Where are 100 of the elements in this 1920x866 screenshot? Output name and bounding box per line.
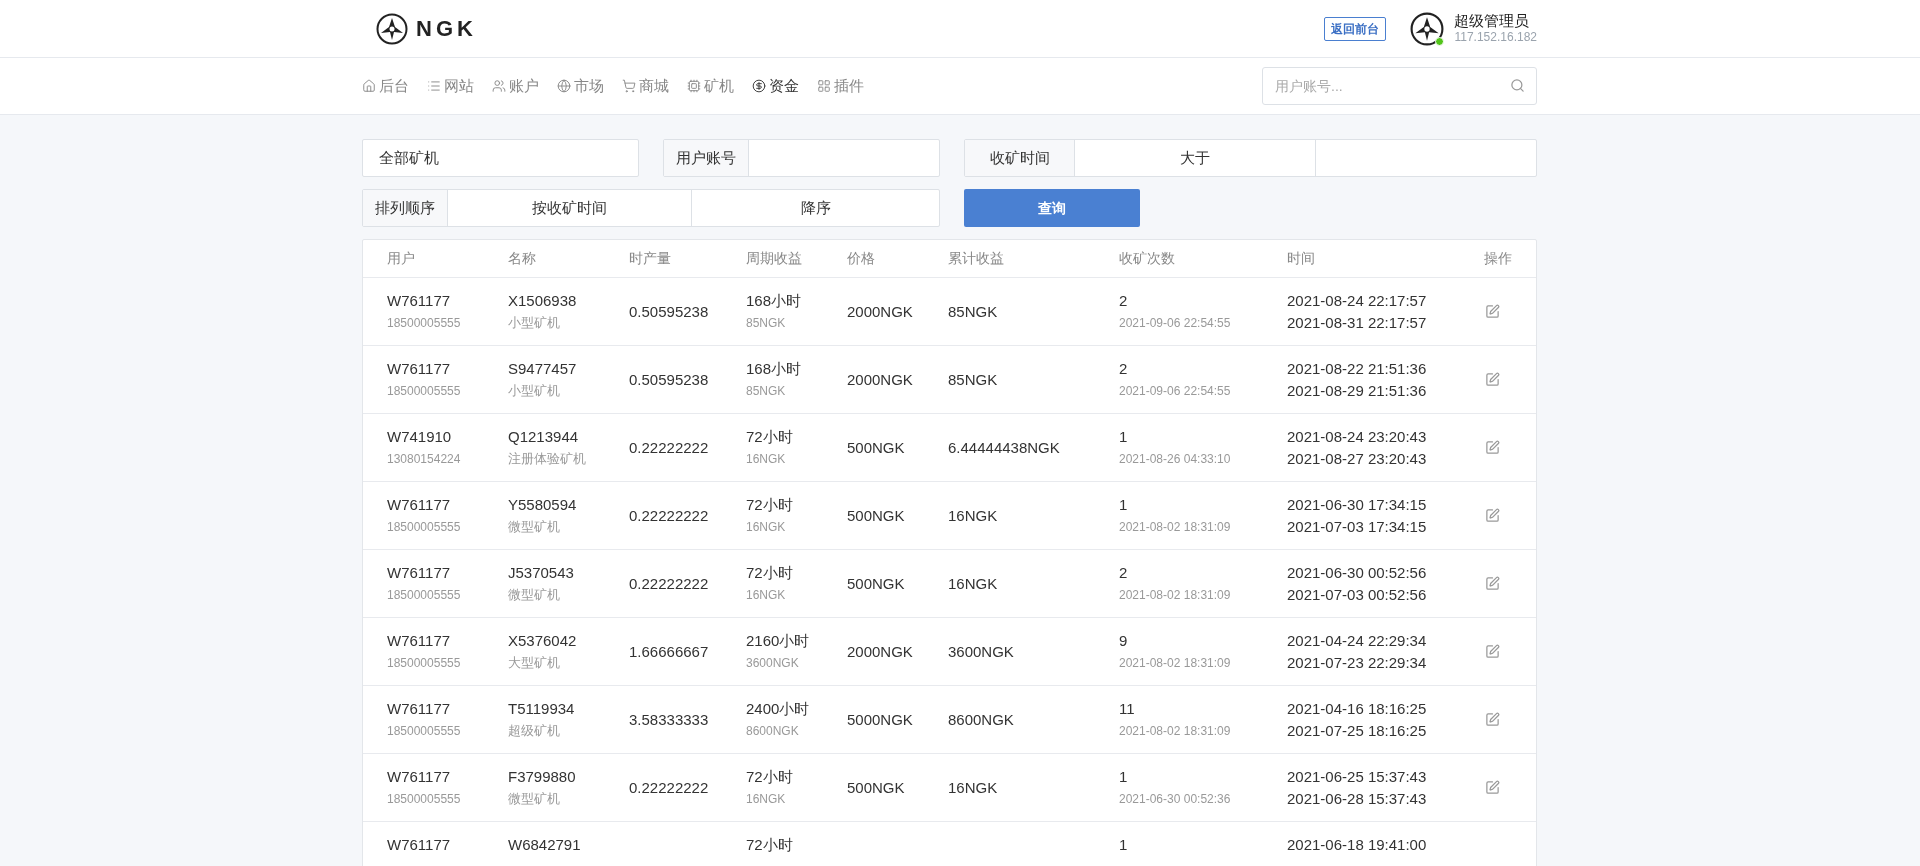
hourly-output: 0.50595238 [629, 370, 709, 388]
edit-icon[interactable] [1485, 372, 1500, 387]
phone-number: 13080154224 [387, 450, 462, 468]
last-collect-time: 2021-08-02 18:31:09 [1119, 722, 1232, 740]
user-name: 超级管理员 [1454, 11, 1531, 31]
phone-number: 18500005555 [387, 314, 462, 332]
home-icon [362, 79, 376, 93]
user-id: W761177 [387, 766, 452, 787]
edit-icon[interactable] [1485, 508, 1500, 523]
last-collect-time: 2021-08-26 04:33:10 [1119, 450, 1232, 468]
miner-code: S9477457 [508, 358, 578, 379]
start-time: 2021-06-18 19:41:00 [1287, 835, 1428, 855]
nav-item[interactable]: 资金 [752, 74, 799, 98]
cycle-hours: 72小时 [746, 562, 794, 583]
edit-icon[interactable] [1485, 440, 1500, 455]
end-time: 2021-06-28 15:37:43 [1287, 788, 1428, 809]
collect-count: 9 [1119, 630, 1129, 651]
column-header: 周期收益 [746, 250, 802, 266]
edit-icon[interactable] [1485, 712, 1500, 727]
start-time: 2021-06-25 15:37:43 [1287, 766, 1428, 787]
total-income: 3600NGK [948, 642, 1014, 660]
last-collect-time: 2021-08-02 18:31:09 [1119, 518, 1232, 536]
user-id: W761177 [387, 630, 452, 651]
cycle-hours: 168小时 [746, 358, 803, 379]
edit-icon[interactable] [1485, 780, 1500, 795]
column-header: 时间 [1287, 250, 1315, 266]
cycle-income: 85NGK [746, 382, 787, 400]
search-icon [1510, 78, 1525, 93]
avatar-icon [1410, 11, 1445, 46]
nav-item[interactable]: 网站 [427, 74, 474, 98]
phone-number: 18500005555 [387, 382, 462, 400]
nav-item[interactable]: 插件 [817, 74, 864, 98]
collect-count: 1 [1119, 766, 1129, 787]
back-to-front-button[interactable]: 返回前台 [1324, 16, 1387, 41]
cycle-income: 3600NGK [746, 654, 800, 672]
column-header: 用户 [387, 250, 415, 266]
total-income: 8600NGK [948, 710, 1014, 728]
user-id: W761177 [387, 358, 452, 379]
miner-type: 超级矿机 [508, 721, 561, 740]
end-time: 2021-07-03 00:52:56 [1287, 584, 1428, 605]
miner-type: 微型矿机 [508, 585, 561, 604]
grid-icon [817, 79, 831, 93]
start-time: 2021-08-24 22:17:57 [1287, 290, 1428, 311]
user-id: W761177 [387, 290, 452, 311]
start-time: 2021-06-30 00:52:56 [1287, 562, 1428, 583]
edit-icon[interactable] [1485, 304, 1500, 319]
phone-number: 18500005555 [387, 654, 462, 672]
total-income: 85NGK [948, 302, 998, 320]
miner-code: Y5580594 [508, 494, 578, 515]
cycle-income: 16NGK [746, 790, 787, 808]
nav-item[interactable]: 商城 [622, 74, 669, 98]
chip-icon [687, 79, 701, 93]
total-income: 6.44444438NGK [948, 438, 1060, 456]
miner-select[interactable]: 全部矿机 [362, 139, 639, 177]
cart-icon [622, 79, 636, 93]
price: 500NGK [847, 438, 905, 456]
column-header: 时产量 [629, 250, 671, 266]
user-id: W761177 [387, 562, 452, 583]
miner-type: 微型矿机 [508, 517, 561, 536]
cycle-income: 85NGK [746, 314, 787, 332]
start-time: 2021-08-24 23:20:43 [1287, 426, 1428, 447]
cycle-hours: 72小时 [746, 835, 794, 855]
last-collect-time: 2021-09-06 22:54:55 [1119, 314, 1232, 332]
query-button[interactable]: 查询 [964, 189, 1140, 227]
end-time: 2021-08-31 22:17:57 [1287, 312, 1428, 333]
miner-code: F3799880 [508, 766, 577, 787]
price: 2000NGK [847, 642, 913, 660]
last-collect-time: 2021-08-02 18:31:09 [1119, 586, 1232, 604]
collect-count: 1 [1119, 835, 1129, 855]
nav-item[interactable]: 矿机 [687, 74, 734, 98]
hourly-output: 0.22222222 [629, 438, 709, 456]
price: 2000NGK [847, 302, 913, 320]
end-time: 2021-07-03 17:34:15 [1287, 516, 1428, 537]
user-id: W761177 [387, 494, 452, 515]
last-collect-time: 2021-06-30 00:52:36 [1119, 790, 1232, 808]
miner-code: Q1213944 [508, 426, 580, 447]
cycle-hours: 72小时 [746, 494, 794, 515]
cycle-income: 16NGK [746, 450, 787, 468]
start-time: 2021-04-24 22:29:34 [1287, 630, 1428, 651]
price: 2000NGK [847, 370, 913, 388]
search-field[interactable]: 用户账号... [1262, 67, 1537, 105]
miner-type: 注册体验矿机 [508, 449, 587, 468]
miner-type: 大型矿机 [508, 653, 561, 672]
total-income: 16NGK [948, 778, 998, 796]
collect-count: 1 [1119, 426, 1129, 447]
price: 500NGK [847, 778, 905, 796]
edit-icon[interactable] [1485, 644, 1500, 659]
hourly-output: 3.58333333 [629, 710, 709, 728]
cycle-income: 8600NGK [746, 722, 800, 740]
nav-item[interactable]: 账户 [492, 74, 539, 98]
nav-item[interactable]: 市场 [557, 74, 604, 98]
miner-code: X1506938 [508, 290, 578, 311]
coin-icon [752, 79, 766, 93]
price: 5000NGK [847, 710, 913, 728]
edit-icon[interactable] [1485, 576, 1500, 591]
start-time: 2021-06-30 17:34:15 [1287, 494, 1428, 515]
cycle-income: 16NGK [746, 518, 787, 536]
hourly-output: 0.22222222 [629, 574, 709, 592]
user-id: W761177 [387, 698, 452, 719]
nav-item[interactable]: 后台 [362, 74, 409, 98]
